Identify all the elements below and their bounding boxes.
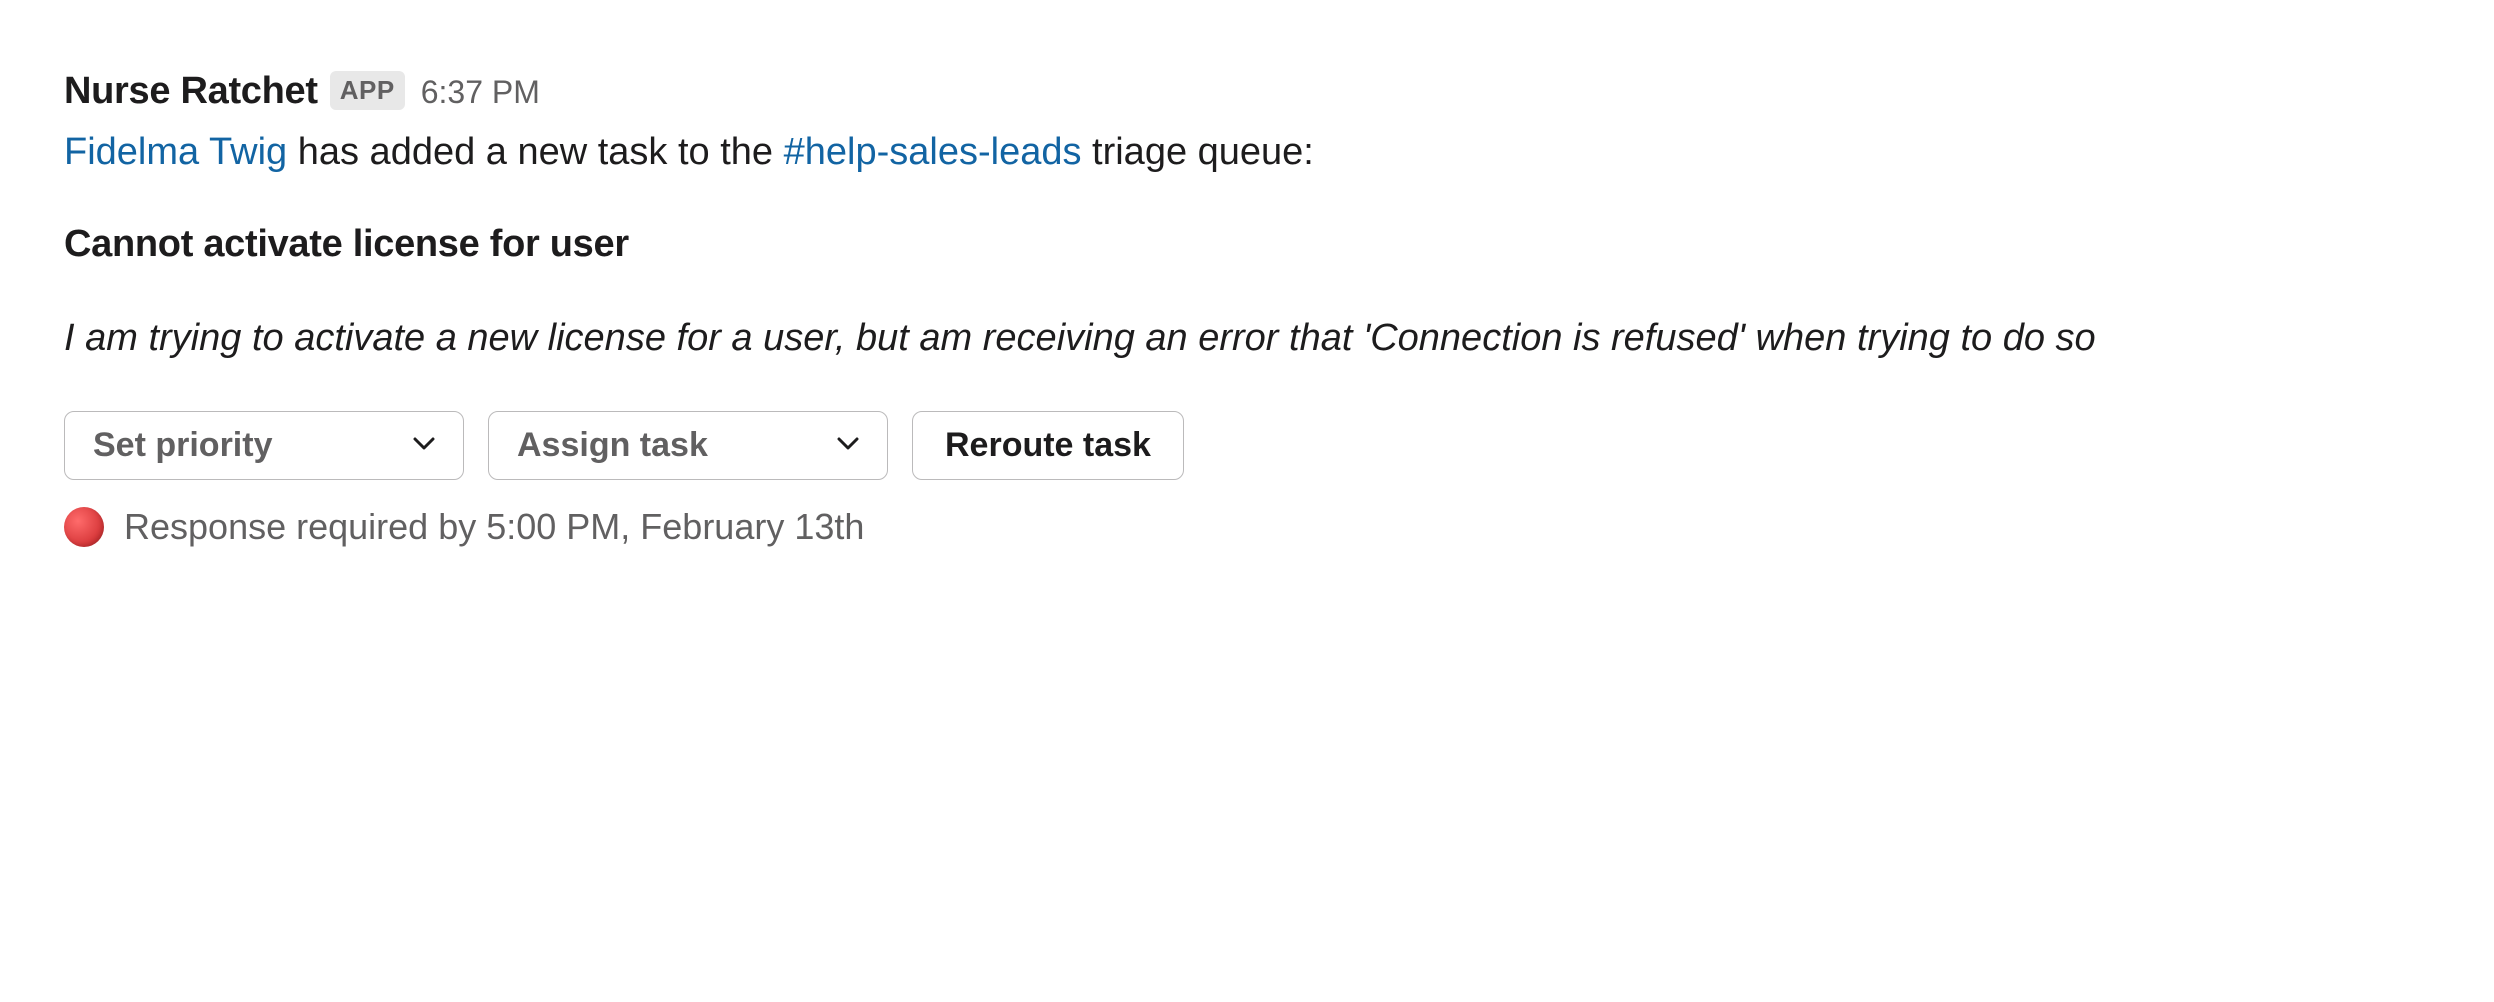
app-badge: APP xyxy=(330,71,405,110)
red-circle-icon xyxy=(64,507,104,547)
chevron-down-icon xyxy=(837,434,859,457)
assign-task-select[interactable]: Assign task xyxy=(488,411,888,480)
action-row: Set priority Assign task Reroute task xyxy=(64,411,2430,480)
message-header: Nurse Ratchet APP 6:37 PM xyxy=(64,70,2430,114)
message-container: Nurse Ratchet APP 6:37 PM Fidelma Twig h… xyxy=(64,70,2430,548)
status-row: Response required by 5:00 PM, February 1… xyxy=(64,506,2430,548)
task-title: Cannot activate license for user xyxy=(64,223,2430,266)
chevron-down-icon xyxy=(413,434,435,457)
status-text: Response required by 5:00 PM, February 1… xyxy=(124,506,864,548)
task-description: I am trying to activate a new license fo… xyxy=(64,310,2364,367)
message-timestamp[interactable]: 6:37 PM xyxy=(421,74,540,111)
summary-text-end: triage queue: xyxy=(1081,131,1313,173)
channel-link[interactable]: #help-sales-leads xyxy=(784,131,1082,173)
summary-text-middle: has added a new task to the xyxy=(287,131,783,173)
reroute-task-button[interactable]: Reroute task xyxy=(912,411,1184,480)
user-link[interactable]: Fidelma Twig xyxy=(64,131,287,173)
assign-task-label: Assign task xyxy=(517,426,708,465)
set-priority-label: Set priority xyxy=(93,426,272,465)
sender-name[interactable]: Nurse Ratchet xyxy=(64,70,318,113)
set-priority-select[interactable]: Set priority xyxy=(64,411,464,480)
summary-line: Fidelma Twig has added a new task to the… xyxy=(64,126,2430,179)
